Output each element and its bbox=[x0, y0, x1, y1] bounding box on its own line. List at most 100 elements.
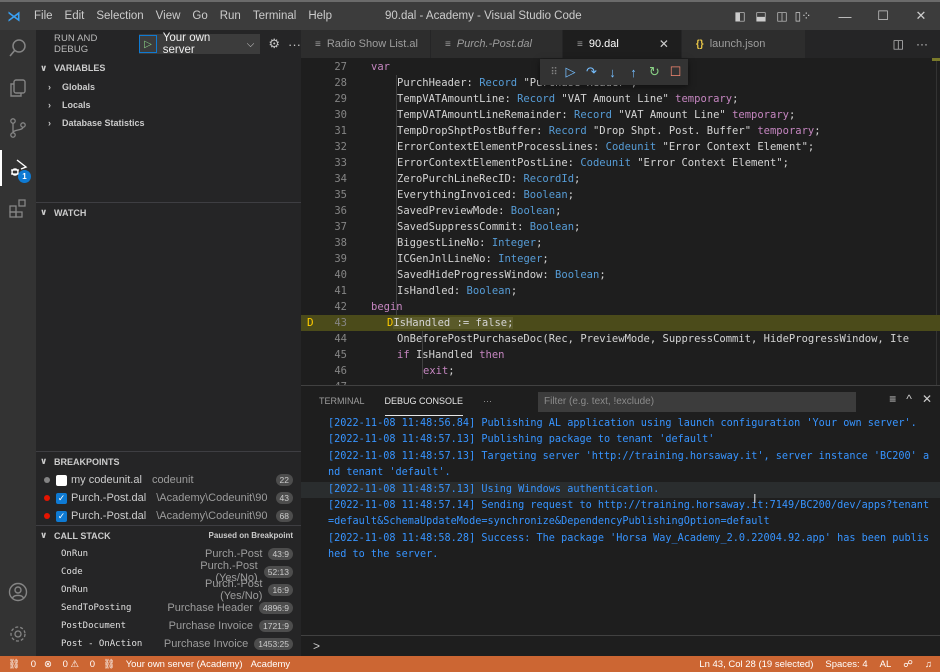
debug-icon[interactable]: 1 bbox=[0, 150, 36, 186]
language-mode-item[interactable]: AL bbox=[880, 659, 892, 670]
launch-config-item[interactable]: ⛓ Your own server (Academy) bbox=[103, 659, 243, 670]
code-text: ICGenJnlLineNo: Integer; bbox=[397, 253, 549, 265]
tab-launch-json[interactable]: {} launch.json bbox=[681, 30, 807, 58]
notifications-bell-icon[interactable]: ♫ bbox=[925, 659, 932, 670]
variables-item-database-statistics[interactable]: › Database Statistics bbox=[36, 114, 301, 132]
menu-selection[interactable]: Selection bbox=[90, 2, 149, 30]
extensions-icon[interactable] bbox=[0, 190, 36, 226]
breakpoints-section-header[interactable]: ∨ BREAKPOINTS bbox=[36, 451, 301, 471]
workspace-item[interactable]: Academy bbox=[251, 659, 291, 670]
toggle-primary-sidebar-icon[interactable]: ◧ bbox=[731, 9, 749, 23]
code-text: var bbox=[371, 61, 390, 73]
start-debugging-icon[interactable]: ▷ bbox=[139, 35, 157, 53]
problems-item[interactable]: ⊗ 0 ⚠ 0 bbox=[44, 659, 95, 670]
menu-view[interactable]: View bbox=[150, 2, 187, 30]
stack-frame[interactable]: OnRun Purch.-Post (Yes/No) 16:9 bbox=[36, 578, 301, 602]
stack-frame[interactable]: PostDocument Purchase Invoice 1721:9 bbox=[36, 617, 301, 635]
menu-edit[interactable]: Edit bbox=[59, 2, 91, 30]
step-out-icon[interactable]: ↑ bbox=[623, 65, 644, 80]
tab-debug-console[interactable]: DEBUG CONSOLE bbox=[384, 386, 464, 416]
menu-file[interactable]: File bbox=[28, 2, 59, 30]
debug-repl-input[interactable]: > bbox=[301, 635, 940, 657]
cursor-position-item[interactable]: Ln 43, Col 28 (19 selected) bbox=[699, 659, 813, 670]
code-line[interactable]: D 43 DIsHandled := false; bbox=[301, 315, 940, 331]
indentation-item[interactable]: Spaces: 4 bbox=[825, 659, 867, 670]
search-icon[interactable] bbox=[0, 30, 36, 66]
code-line[interactable]: 44 OnBeforePostPurchaseDoc(Rec, PreviewMo… bbox=[301, 331, 940, 347]
editor-tabs: ≡ Radio Show List.al ≡ Purch.-Post.dal ≡… bbox=[301, 30, 940, 58]
breakpoint-item[interactable]: ✓ Purch.-Post.dal \Academy\Codeunit\90 6… bbox=[36, 507, 301, 525]
panel-more-icon[interactable]: ··· bbox=[483, 386, 492, 416]
tab-radio-show-list[interactable]: ≡ Radio Show List.al bbox=[301, 30, 431, 58]
split-editor-icon[interactable]: ◫ bbox=[893, 37, 904, 51]
line-number: 42 bbox=[334, 301, 347, 313]
callstack-section-header[interactable]: ∨ CALL STACK Paused on Breakpoint bbox=[36, 525, 301, 545]
menu-go[interactable]: Go bbox=[186, 2, 213, 30]
clear-console-icon[interactable]: ≡ bbox=[889, 392, 896, 406]
console-line: [2022-11-08 11:48:58.28] Success: The pa… bbox=[328, 532, 930, 561]
code-editor[interactable]: 27var28PurchHeader: Record "Purchase Hea… bbox=[301, 58, 940, 385]
bottom-panel: TERMINAL DEBUG CONSOLE ··· Filter (e.g. … bbox=[301, 385, 940, 656]
breakpoint-icon bbox=[44, 513, 50, 519]
menu-run[interactable]: Run bbox=[214, 2, 247, 30]
maximize-panel-icon[interactable]: ^ bbox=[906, 392, 912, 406]
menu-help[interactable]: Help bbox=[302, 2, 338, 30]
maximize-button[interactable]: ☐ bbox=[864, 8, 902, 24]
code-text: SavedHideProgressWindow: Boolean; bbox=[397, 269, 606, 281]
close-window-button[interactable]: ✕ bbox=[902, 8, 940, 24]
toggle-panel-icon[interactable]: ⬓ bbox=[752, 9, 770, 23]
breakpoint-item[interactable]: my codeunit.al codeunit 22 bbox=[36, 471, 301, 489]
activity-bar: 1 bbox=[0, 30, 36, 656]
watch-section-header[interactable]: ∨ WATCH bbox=[36, 202, 301, 222]
window-title: 90.dal - Academy - Visual Studio Code bbox=[385, 10, 582, 22]
code-line[interactable]: 46 exit; bbox=[301, 363, 940, 379]
console-filter-input[interactable]: Filter (e.g. text, !exclude) bbox=[538, 392, 856, 412]
step-over-icon[interactable]: ↷ bbox=[581, 64, 602, 80]
stack-frame[interactable]: Post - OnAction Purchase Invoice 1453:25 bbox=[36, 635, 301, 653]
stack-frame[interactable]: SendToPosting Purchase Header 4896:9 bbox=[36, 599, 301, 617]
tab-purch-post[interactable]: ≡ Purch.-Post.dal bbox=[430, 30, 563, 58]
menu-terminal[interactable]: Terminal bbox=[247, 2, 302, 30]
launch-config-label: Your own server (Academy) bbox=[125, 658, 243, 670]
feedback-icon[interactable]: ☍ bbox=[903, 659, 913, 670]
account-icon[interactable] bbox=[0, 574, 36, 610]
toggle-secondary-sidebar-icon[interactable]: ◫ bbox=[773, 9, 791, 23]
more-actions-icon[interactable]: ··· bbox=[916, 37, 928, 51]
drag-handle-icon[interactable]: ⠿ bbox=[548, 67, 560, 78]
variables-item-locals[interactable]: › Locals bbox=[36, 96, 301, 114]
code-text: OnBeforePostPurchaseDoc(Rec, PreviewMode… bbox=[397, 333, 910, 345]
line-number: 33 bbox=[334, 157, 347, 169]
files-icon[interactable] bbox=[0, 70, 36, 106]
restart-icon[interactable]: ↻ bbox=[644, 64, 665, 80]
tab-terminal[interactable]: TERMINAL bbox=[319, 386, 365, 416]
breakpoint-checkbox[interactable] bbox=[56, 474, 67, 486]
breakpoint-checkbox[interactable]: ✓ bbox=[56, 510, 67, 522]
callstack-title: CALL STACK bbox=[54, 530, 111, 541]
variables-section-header[interactable]: ∨ VARIABLES bbox=[36, 58, 301, 78]
code-text: EverythingInvoiced: Boolean; bbox=[397, 189, 575, 201]
code-line[interactable]: 45 if IsHandled then bbox=[301, 347, 940, 363]
step-into-icon[interactable]: ↓ bbox=[602, 65, 623, 80]
more-actions-icon[interactable]: ··· bbox=[288, 37, 301, 52]
continue-icon[interactable]: ▷ bbox=[560, 64, 581, 80]
breakpoint-checkbox[interactable]: ✓ bbox=[56, 492, 67, 504]
customize-layout-icon[interactable]: ▯⁘ bbox=[794, 9, 812, 23]
source-control-icon[interactable] bbox=[0, 110, 36, 146]
launch-config-name[interactable]: Your own server bbox=[157, 32, 244, 56]
launch-config-selector[interactable]: ▷ Your own server ⌵ bbox=[139, 32, 261, 56]
code-text: ErrorContextElementProcessLines: Codeuni… bbox=[397, 141, 815, 153]
close-tab-icon[interactable]: ✕ bbox=[659, 37, 669, 51]
tree-item-label: Locals bbox=[62, 100, 91, 110]
debug-sessions-item[interactable]: ⛓ 0 bbox=[8, 659, 36, 670]
tab-90-dal[interactable]: ≡ 90.dal ✕ bbox=[563, 30, 682, 58]
chevron-down-icon[interactable]: ⌵ bbox=[247, 39, 255, 50]
gear-icon[interactable] bbox=[0, 616, 36, 652]
debug-console-output: [2022-11-08 11:48:56.84] Publishing AL a… bbox=[301, 416, 940, 564]
stop-icon[interactable]: ☐ bbox=[665, 64, 686, 80]
close-panel-icon[interactable]: ✕ bbox=[922, 392, 932, 406]
breakpoint-item[interactable]: ✓ Purch.-Post.dal \Academy\Codeunit\90 4… bbox=[36, 489, 301, 507]
minimize-button[interactable]: — bbox=[826, 9, 864, 24]
text-cursor-icon: I bbox=[753, 491, 757, 506]
variables-item-globals[interactable]: › Globals bbox=[36, 78, 301, 96]
open-launch-json-gear-icon[interactable]: ⚙ bbox=[268, 36, 280, 52]
